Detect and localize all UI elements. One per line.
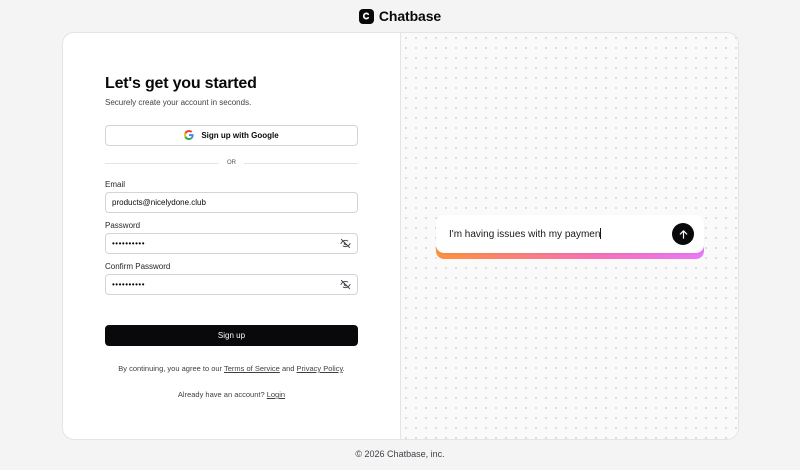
- privacy-policy-link[interactable]: Privacy Policy: [297, 364, 343, 373]
- confirm-password-label: Confirm Password: [105, 262, 171, 271]
- text-caret: [600, 228, 602, 239]
- signup-card: Let's get you started Securely create yo…: [62, 32, 739, 440]
- email-field[interactable]: products@nicelydone.club: [105, 192, 358, 213]
- eye-off-icon[interactable]: [339, 238, 351, 250]
- chat-message-wrapper: I'm having issues with my paymen: [449, 228, 672, 240]
- email-label: Email: [105, 180, 126, 189]
- confirm-password-field[interactable]: ••••••••••: [105, 274, 358, 295]
- password-value: ••••••••••: [112, 239, 146, 248]
- footer-copyright: © 2026 Chatbase, inc.: [355, 449, 445, 459]
- arrow-up-icon: [679, 229, 687, 239]
- divider-line: [244, 162, 358, 164]
- signup-button[interactable]: Sign up: [105, 325, 358, 346]
- terms-suffix: .: [342, 364, 345, 373]
- confirm-password-value: ••••••••••: [112, 280, 146, 289]
- eye-off-icon[interactable]: [339, 279, 351, 291]
- chatbase-logo-icon: [358, 8, 374, 24]
- google-signup-label: Sign up with Google: [201, 131, 279, 140]
- divider-text: OR: [227, 160, 236, 166]
- chat-input[interactable]: I'm having issues with my paymen: [436, 215, 704, 253]
- signup-panel: Let's get you started Securely create yo…: [63, 33, 401, 439]
- page-subtitle: Securely create your account in seconds.: [105, 98, 252, 107]
- login-prompt-text: Already have an account?: [177, 390, 267, 399]
- brand-name: Chatbase: [378, 8, 442, 24]
- terms-notice: By continuing, you agree to our Terms of…: [105, 364, 358, 373]
- google-icon: [184, 129, 194, 142]
- page-title: Let's get you started: [105, 75, 257, 92]
- chat-demo-panel: I'm having issues with my paymen: [401, 33, 738, 439]
- terms-and: and: [279, 364, 297, 373]
- chat-demo: I'm having issues with my paymen: [436, 215, 704, 259]
- login-prompt: Already have an account? Login: [105, 390, 358, 399]
- divider-line: [105, 162, 219, 164]
- send-button[interactable]: [672, 223, 694, 245]
- password-label: Password: [105, 221, 141, 230]
- or-divider: OR: [105, 158, 358, 168]
- chat-message: I'm having issues with my paymen: [449, 229, 601, 240]
- google-signup-button[interactable]: Sign up with Google: [105, 125, 358, 146]
- terms-of-service-link[interactable]: Terms of Service: [224, 364, 280, 373]
- top-header: Chatbase: [0, 0, 800, 32]
- login-link[interactable]: Login: [267, 390, 285, 399]
- password-field[interactable]: ••••••••••: [105, 233, 358, 254]
- terms-prefix: By continuing, you agree to our: [118, 364, 224, 373]
- email-value: products@nicelydone.club: [112, 198, 206, 207]
